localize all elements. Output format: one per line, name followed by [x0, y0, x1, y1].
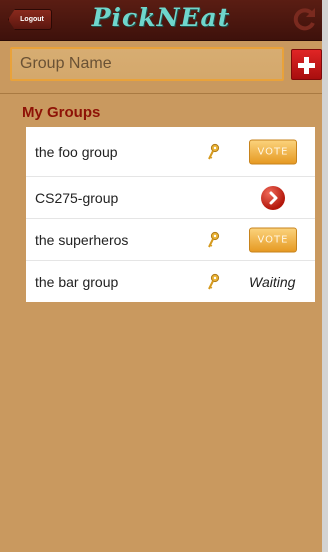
vote-button[interactable]: VOTE	[249, 139, 297, 164]
app-header: Logout PickNEat	[0, 0, 322, 40]
window-edge	[322, 0, 328, 552]
divider	[0, 93, 322, 94]
waiting-status: Waiting	[249, 273, 296, 290]
group-name: the foo group	[35, 143, 118, 160]
section-title-my-groups: My Groups	[22, 104, 101, 121]
vote-button[interactable]: VOTE	[249, 227, 297, 252]
open-group-button[interactable]	[261, 185, 285, 210]
add-group-button[interactable]	[291, 49, 322, 80]
refresh-icon[interactable]	[292, 6, 318, 32]
key-icon	[208, 273, 220, 289]
group-row-2[interactable]: the superheros VOTE	[26, 218, 315, 260]
group-name: the bar group	[35, 273, 119, 290]
group-row-3[interactable]: the bar group Waiting	[26, 260, 315, 302]
chevron-right-icon	[269, 191, 278, 204]
group-row-0[interactable]: the foo group VOTE	[26, 127, 315, 176]
app-screen: Logout PickNEat My Groups the foo group …	[0, 0, 322, 552]
group-name: CS275-group	[35, 189, 119, 206]
key-icon	[208, 143, 220, 159]
group-name-input[interactable]	[10, 47, 284, 81]
app-logo: PickNEat	[91, 3, 231, 32]
group-list: the foo group VOTE CS275-group the super…	[26, 127, 315, 302]
group-name: the superheros	[35, 231, 129, 248]
group-row-1[interactable]: CS275-group	[26, 176, 315, 218]
key-icon	[208, 231, 220, 247]
